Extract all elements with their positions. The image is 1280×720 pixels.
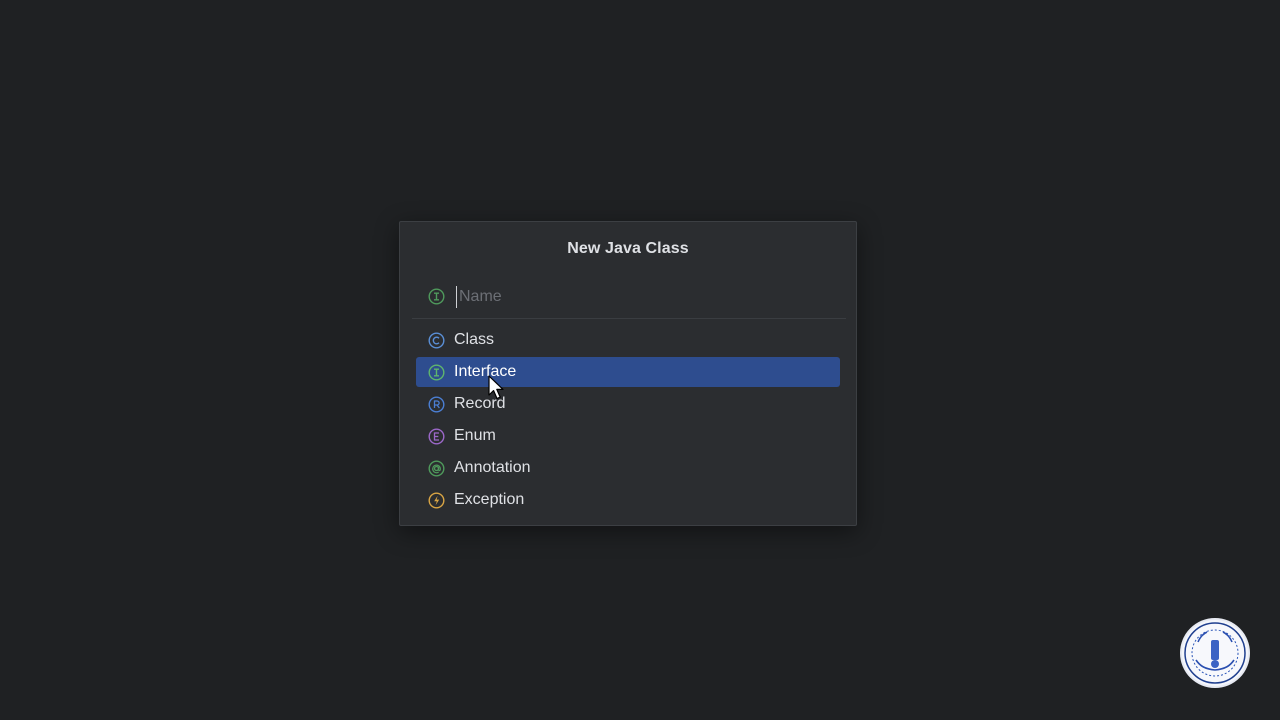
name-row [412, 280, 846, 319]
interface-icon [428, 288, 445, 305]
channel-logo-icon [1182, 620, 1248, 686]
class-icon [428, 332, 445, 349]
kind-item-interface[interactable]: Interface [416, 357, 840, 387]
class-name-input[interactable] [456, 286, 839, 308]
kind-label: Record [454, 395, 506, 412]
dialog-title: New Java Class [567, 240, 689, 257]
kind-item-exception[interactable]: Exception [416, 485, 840, 515]
kind-label: Enum [454, 427, 496, 444]
kind-label: Class [454, 331, 495, 348]
kind-label: Interface [454, 363, 517, 380]
exception-icon [428, 492, 445, 509]
kind-item-enum[interactable]: Enum [416, 421, 840, 451]
interface-icon [428, 364, 445, 381]
class-kind-list: Class Interface Record Enum Annotation E… [416, 325, 840, 517]
new-java-class-dialog: New Java Class Class [399, 221, 857, 526]
kind-item-record[interactable]: Record [416, 389, 840, 419]
annotation-icon [428, 460, 445, 477]
kind-label: Exception [454, 491, 525, 508]
screen-background: New Java Class Class [0, 0, 1280, 720]
record-icon [428, 396, 445, 413]
kind-item-annotation[interactable]: Annotation [416, 453, 840, 483]
kind-label: Annotation [454, 459, 531, 476]
enum-icon [428, 428, 445, 445]
kind-item-class[interactable]: Class [416, 325, 840, 355]
